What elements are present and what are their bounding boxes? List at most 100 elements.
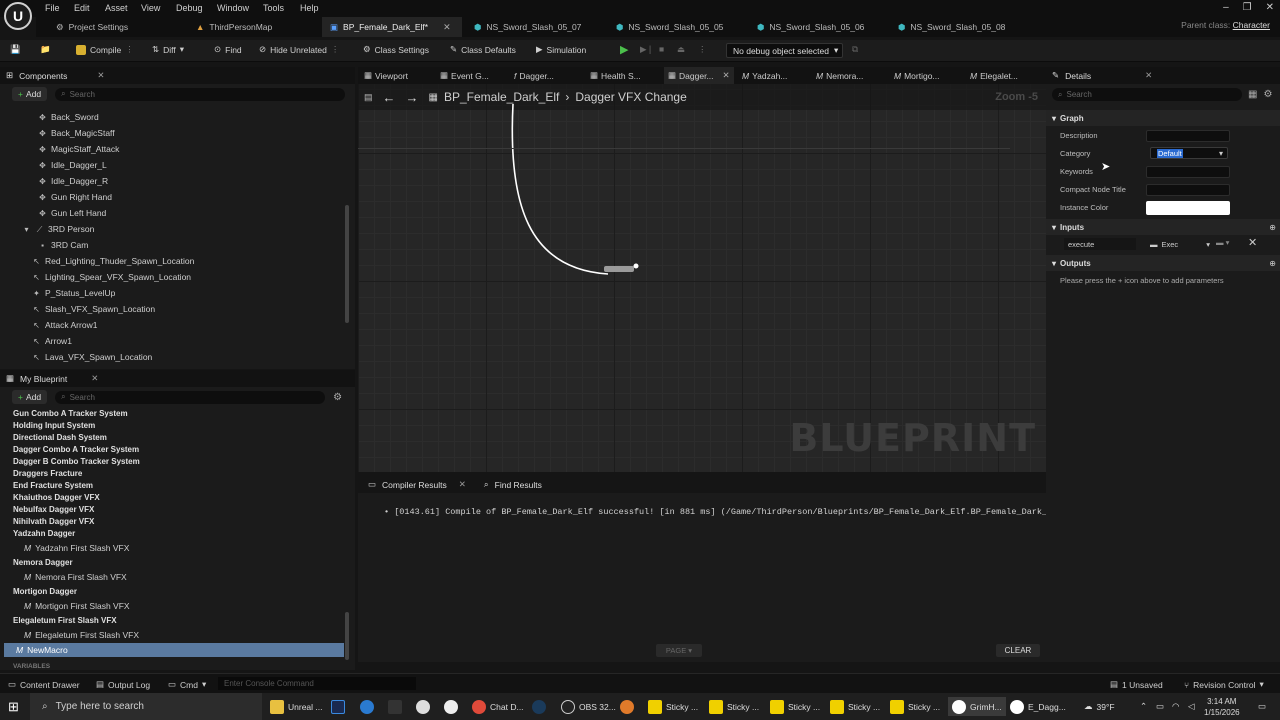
tab-health[interactable]: ▦ Health S...: [590, 67, 641, 84]
network-icon[interactable]: ▭: [1156, 697, 1164, 716]
taskbar-app-unreal-active[interactable]: GrimH...: [948, 697, 1006, 716]
settings-gear-icon[interactable]: ⚙: [1263, 89, 1272, 100]
category-item[interactable]: End Fracture System: [13, 481, 93, 490]
taskbar-app-sticky[interactable]: Sticky ...: [890, 697, 940, 716]
tab-dagger-active[interactable]: ▦ Dagger... ✕: [664, 67, 734, 84]
tab-project-settings[interactable]: ⚙ Project Settings: [48, 17, 128, 37]
app-icon[interactable]: [444, 697, 458, 716]
app-icon[interactable]: [360, 697, 374, 716]
tab-viewport[interactable]: ▦ Viewport: [364, 67, 408, 84]
taskbar-app-explorer[interactable]: Unreal ...: [270, 697, 323, 716]
windows-start-icon[interactable]: ⊞: [8, 699, 19, 715]
tree-item[interactable]: ↖ Attack Arrow1: [32, 320, 97, 330]
taskbar-app-sticky[interactable]: Sticky ...: [770, 697, 820, 716]
tab-mortigon[interactable]: M Mortigo...: [894, 67, 940, 84]
tree-item[interactable]: ✥ Idle_Dagger_L: [38, 160, 107, 170]
tree-item[interactable]: ✥ Gun Left Hand: [38, 208, 106, 218]
macro-item[interactable]: M Yadzahn First Slash VFX: [24, 543, 129, 553]
close-icon[interactable]: ✕: [1145, 70, 1152, 81]
scrollbar[interactable]: [345, 205, 349, 323]
collapse-arrow-icon[interactable]: ▾: [22, 225, 31, 234]
menu-edit[interactable]: Edit: [74, 3, 90, 13]
close-icon[interactable]: ✕: [97, 70, 104, 81]
reroute-node[interactable]: [604, 266, 634, 272]
table-view-icon[interactable]: ▦: [1248, 89, 1257, 100]
tree-item[interactable]: ✥ Back_Sword: [38, 112, 99, 122]
instance-color-swatch[interactable]: [1146, 201, 1230, 215]
menu-asset[interactable]: Asset: [105, 3, 128, 13]
volume-icon[interactable]: ◁: [1188, 697, 1195, 716]
compile-button[interactable]: Compile ⋮: [76, 44, 134, 55]
category-combobox[interactable]: Default ▾: [1150, 147, 1228, 159]
tree-item[interactable]: ✥ Back_MagicStaff: [38, 128, 115, 138]
tree-item[interactable]: ↖ Slash_VFX_Spawn_Location: [32, 304, 155, 314]
category-item[interactable]: Elegaletum First Slash VFX: [13, 616, 117, 625]
tab-event-graph[interactable]: ▦ Event G...: [440, 67, 489, 84]
variables-category[interactable]: VARIABLES: [13, 663, 50, 670]
category-item[interactable]: Nebulfax Dagger VFX: [13, 505, 94, 514]
more-options-icon[interactable]: ⋮: [698, 44, 707, 55]
menu-debug[interactable]: Debug: [176, 3, 203, 13]
menu-window[interactable]: Window: [217, 3, 249, 13]
wifi-icon[interactable]: ◠: [1172, 697, 1179, 716]
tree-item[interactable]: ↖ Lava_VFX_Spawn_Location: [32, 352, 152, 362]
category-item[interactable]: Yadzahn Dagger: [13, 529, 75, 538]
taskbar-app-unreal[interactable]: E_Dagg...: [1010, 697, 1066, 716]
tab-ns-sword-slash-06[interactable]: ⬢ NS_Sword_Slash_05_06: [749, 17, 864, 37]
console-command-input[interactable]: Enter Console Command: [218, 677, 416, 690]
class-settings-button[interactable]: ⚙ Class Settings: [363, 44, 429, 55]
unreal-logo-icon[interactable]: U: [4, 2, 32, 30]
tab-nemora[interactable]: M Nemora...: [816, 67, 863, 84]
blender-icon[interactable]: [620, 697, 634, 716]
unsaved-indicator[interactable]: ▤ 1 Unsaved: [1110, 679, 1163, 690]
output-log-button[interactable]: ▤ Output Log: [96, 679, 150, 690]
menu-file[interactable]: File: [45, 3, 60, 13]
tab-yadzahn[interactable]: M Yadzah...: [742, 67, 787, 84]
taskbar-app-sticky[interactable]: Sticky ...: [830, 697, 880, 716]
description-field[interactable]: [1146, 130, 1230, 142]
browse-icon[interactable]: 📁: [40, 44, 51, 55]
tree-item[interactable]: ✥ Gun Right Hand: [38, 192, 112, 202]
taskbar-app-chrome[interactable]: Chat D...: [472, 697, 524, 716]
steam-icon[interactable]: [532, 697, 546, 716]
tab-elegaletum[interactable]: M Elegalet...: [970, 67, 1018, 84]
tab-find-results[interactable]: Find Results: [495, 480, 542, 490]
tray-chevron-icon[interactable]: ⌃: [1140, 697, 1147, 716]
minimize-icon[interactable]: –: [1223, 2, 1229, 13]
menu-help[interactable]: Help: [300, 3, 319, 13]
tab-bp-female-dark-elf[interactable]: ▣ BP_Female_Dark_Elf* ✕: [322, 17, 462, 37]
tree-item[interactable]: ✦ P_Status_LevelUp: [32, 288, 115, 298]
tab-compiler-results[interactable]: Compiler Results: [382, 480, 447, 490]
outputs-section[interactable]: ▾ Outputs ⊕: [1046, 255, 1280, 271]
close-icon[interactable]: ✕: [459, 479, 466, 490]
macro-item-selected[interactable]: M NewMacro: [4, 643, 344, 657]
macro-item[interactable]: M Elegaletum First Slash VFX: [24, 630, 139, 640]
page-button[interactable]: PAGE ▾: [656, 644, 702, 657]
find-button[interactable]: ⊙ Find: [214, 44, 242, 55]
add-output-icon[interactable]: ⊕: [1269, 259, 1276, 268]
revision-control-button[interactable]: ⑂ Revision Control ▾: [1184, 679, 1264, 690]
input-name-field[interactable]: execute: [1064, 238, 1136, 250]
taskbar-search-input[interactable]: ⌕ Type here to search: [30, 693, 262, 720]
my-blueprint-search-input[interactable]: ⌕ Search: [55, 390, 326, 404]
pin-options-icon[interactable]: ▬ ▾: [1216, 238, 1229, 247]
close-tab-icon[interactable]: ✕: [723, 70, 730, 81]
exec-pin[interactable]: [633, 263, 639, 269]
debug-filter-icon[interactable]: ⧉: [852, 44, 858, 55]
close-icon[interactable]: ✕: [91, 373, 98, 384]
menu-view[interactable]: View: [141, 3, 160, 13]
category-item[interactable]: Nihilvath Dagger VFX: [13, 517, 94, 526]
category-item[interactable]: Dagger B Combo Tracker System: [13, 457, 140, 466]
taskbar-app-sticky[interactable]: Sticky ...: [709, 697, 759, 716]
tab-function-dagger[interactable]: f Dagger...: [514, 67, 554, 84]
scrollbar[interactable]: [345, 612, 349, 660]
components-search-input[interactable]: ⌕ Search: [55, 87, 346, 101]
add-member-button[interactable]: + Add: [12, 390, 48, 404]
compact-node-title-field[interactable]: [1146, 184, 1230, 196]
simulation-button[interactable]: ▶ Simulation: [536, 44, 586, 55]
menu-tools[interactable]: Tools: [263, 3, 284, 13]
maximize-icon[interactable]: ❐: [1243, 2, 1252, 13]
tab-ns-sword-slash-07[interactable]: ⬢ NS_Sword_Slash_05_07: [466, 17, 581, 37]
weather-widget[interactable]: ☁ 39°F: [1084, 697, 1115, 716]
unreal-taskbar-icon[interactable]: [416, 697, 430, 716]
